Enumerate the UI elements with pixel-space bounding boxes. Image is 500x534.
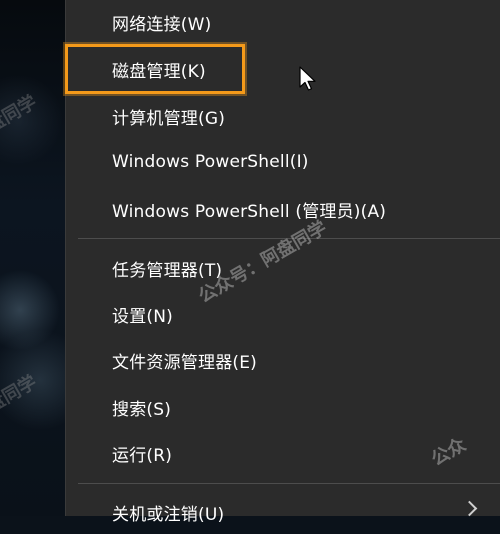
menu-item-label: 任务管理器(T): [112, 260, 223, 281]
menu-item-settings[interactable]: 设置(N): [66, 292, 500, 336]
menu-item-shutdown-signout[interactable]: 关机或注销(U): [66, 490, 500, 534]
menu-separator: [78, 238, 500, 239]
menu-item-label: 磁盘管理(K): [112, 61, 206, 82]
menu-item-computer-management[interactable]: 计算机管理(G): [66, 94, 500, 138]
menu-item-file-explorer[interactable]: 文件资源管理器(E): [66, 338, 500, 382]
menu-item-label: 设置(N): [112, 306, 173, 327]
menu-item-disk-management[interactable]: 磁盘管理(K): [66, 47, 500, 91]
menu-item-label: 网络连接(W): [112, 14, 212, 35]
context-menu: 网络连接(W) 磁盘管理(K) 计算机管理(G) Windows PowerSh…: [65, 0, 500, 525]
menu-separator: [78, 483, 500, 484]
menu-item-powershell-admin[interactable]: Windows PowerShell (管理员)(A): [66, 187, 500, 231]
chevron-right-icon: [461, 500, 478, 517]
menu-item-label: 搜索(S): [112, 399, 172, 420]
menu-item-network-connections[interactable]: 网络连接(W): [66, 0, 500, 44]
menu-item-label: 运行(R): [112, 445, 173, 466]
menu-item-label: 文件资源管理器(E): [112, 352, 258, 373]
menu-item-label: Windows PowerShell(I): [112, 152, 309, 172]
mouse-pointer-icon: [299, 66, 316, 91]
menu-item-search[interactable]: 搜索(S): [66, 385, 500, 429]
menu-item-run[interactable]: 运行(R): [66, 431, 500, 475]
menu-item-label: 计算机管理(G): [112, 108, 226, 129]
menu-item-task-manager[interactable]: 任务管理器(T): [66, 246, 500, 290]
menu-item-label: 关机或注销(U): [112, 504, 225, 525]
menu-item-powershell[interactable]: Windows PowerShell(I): [66, 140, 500, 184]
menu-item-label: Windows PowerShell (管理员)(A): [112, 201, 387, 222]
